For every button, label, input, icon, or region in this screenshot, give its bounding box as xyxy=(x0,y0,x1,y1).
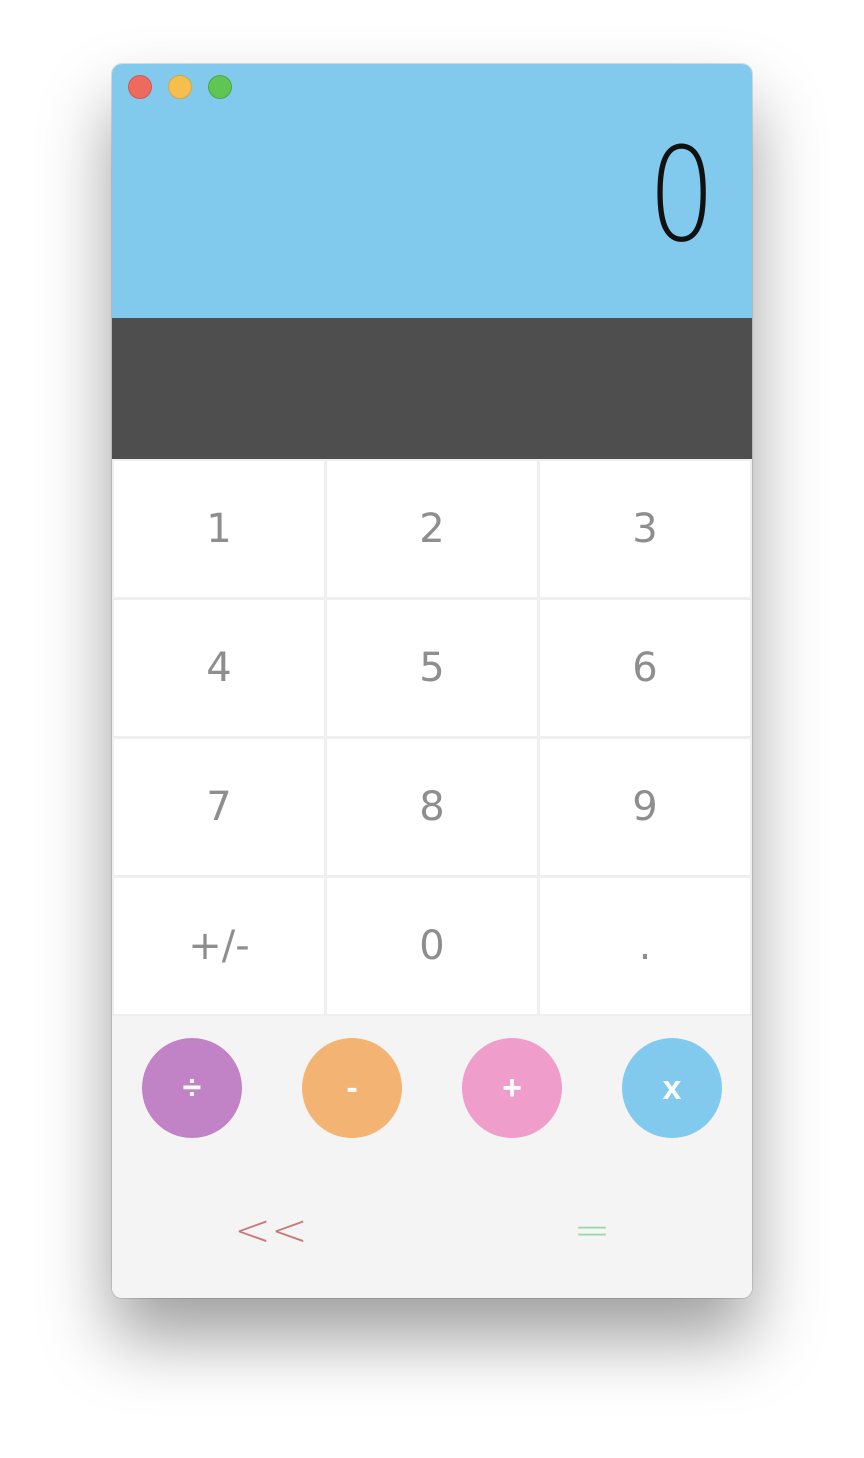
key-2[interactable]: 2 xyxy=(327,461,537,597)
key-9[interactable]: 9 xyxy=(540,739,750,875)
number-keypad: 1 2 3 4 5 6 7 8 9 +/- 0 . xyxy=(112,459,752,1016)
divide-button[interactable]: ÷ xyxy=(142,1038,242,1138)
key-negate[interactable]: +/- xyxy=(114,878,324,1014)
equals-button[interactable]: = xyxy=(532,1200,652,1260)
display-value: 0 xyxy=(648,119,716,271)
maximize-window-button[interactable] xyxy=(208,75,232,99)
key-0[interactable]: 0 xyxy=(327,878,537,1014)
minimize-window-button[interactable] xyxy=(168,75,192,99)
operations-panel: ÷ - + x << = xyxy=(112,1016,752,1298)
calculator-window: 0 1 2 3 4 5 6 7 8 9 +/- 0 . ÷ - + x << = xyxy=(112,64,752,1298)
add-button[interactable]: + xyxy=(462,1038,562,1138)
key-1[interactable]: 1 xyxy=(114,461,324,597)
key-6[interactable]: 6 xyxy=(540,600,750,736)
display-panel: 0 xyxy=(112,64,752,318)
close-window-button[interactable] xyxy=(128,75,152,99)
key-8[interactable]: 8 xyxy=(327,739,537,875)
key-decimal[interactable]: . xyxy=(540,878,750,1014)
key-4[interactable]: 4 xyxy=(114,600,324,736)
backspace-button[interactable]: << xyxy=(211,1200,331,1260)
key-7[interactable]: 7 xyxy=(114,739,324,875)
key-5[interactable]: 5 xyxy=(327,600,537,736)
history-panel xyxy=(112,318,752,459)
multiply-button[interactable]: x xyxy=(622,1038,722,1138)
key-3[interactable]: 3 xyxy=(540,461,750,597)
subtract-button[interactable]: - xyxy=(302,1038,402,1138)
